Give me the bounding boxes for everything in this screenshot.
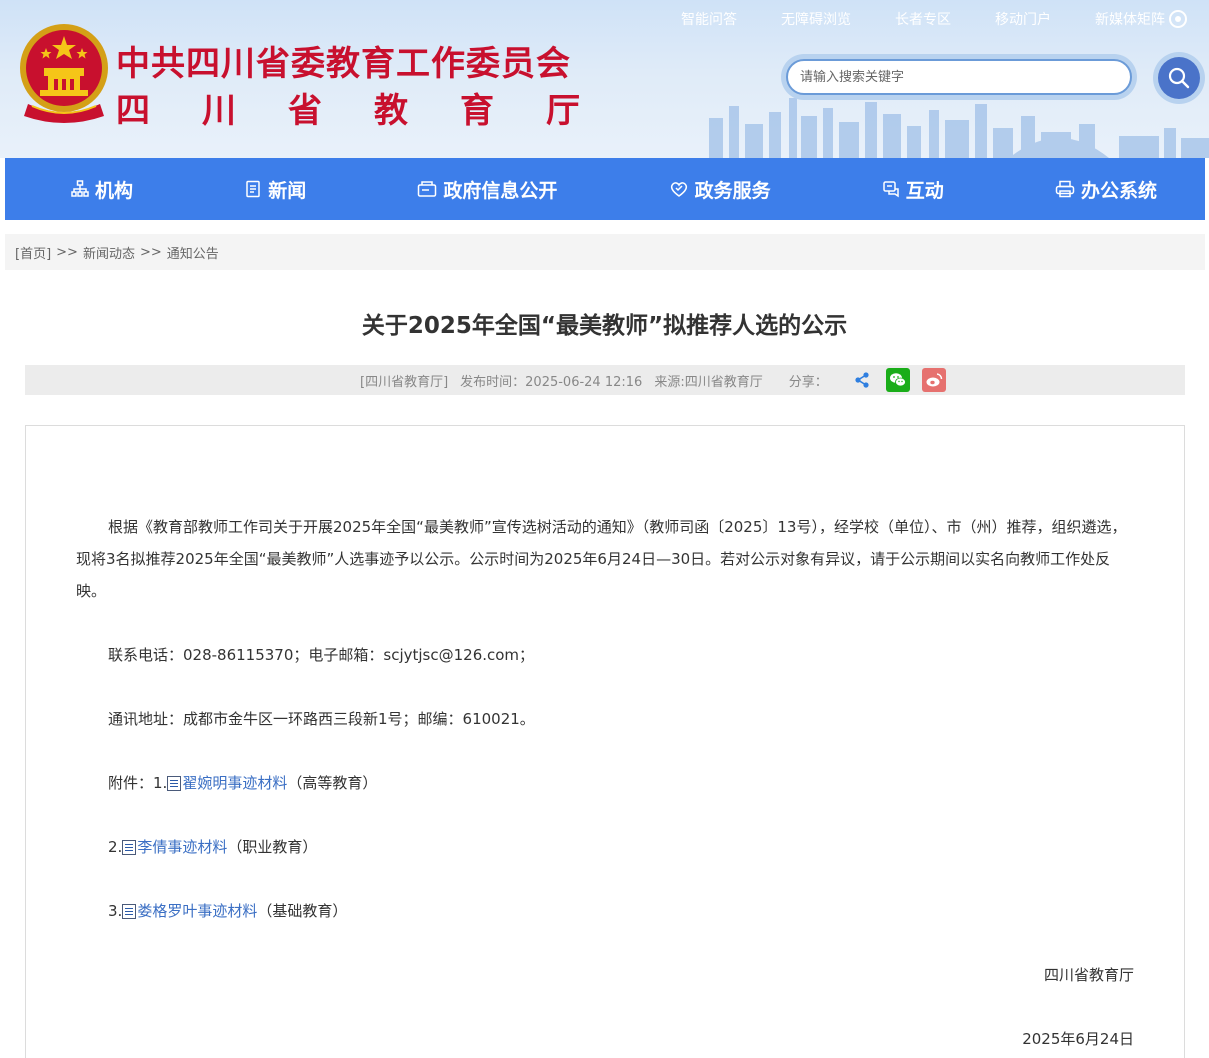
attachment-suffix: （基础教育） [257,902,348,920]
attachment-link[interactable]: 翟婉明事迹材料 [182,767,287,799]
printer-icon [1055,180,1075,198]
site-header: 中共四川省委教育工作委员会 四川省教育厅 智能问答 无障碍浏览 长者专区 移动门… [0,0,1209,158]
nav-item-interaction[interactable]: 互动 [882,176,944,203]
search-button[interactable] [1153,52,1205,104]
meta-org: [四川省教育厅] [360,374,449,390]
org-chart-icon [71,180,89,197]
attachment-suffix: （职业教育） [227,838,318,856]
article-title: 关于2025年全国“最美教师”拟推荐人选的公示 [361,313,848,339]
nav-item-organization[interactable]: 机构 [71,176,133,203]
article-body: 根据《教育部教师工作司关于开展2025年全国“最美教师”宣传选树活动的通知》（教… [76,511,1134,1055]
doc-file-icon [167,775,182,791]
breadcrumb-news[interactable]: 新闻动态 [83,243,135,262]
news-icon [246,180,260,198]
attachment-link[interactable]: 娄格罗叶事迹材料 [137,895,257,927]
nav-label: 机构 [95,179,134,202]
service-heart-icon [670,182,687,197]
article-meta: [四川省教育厅] 发布时间：2025-06-24 12:16 来源:四川省教育厅… [25,365,1185,395]
nav-label: 新闻 [268,179,307,202]
attachment-link[interactable]: 李倩事迹材料 [137,831,227,863]
breadcrumb-separator: >> [56,244,78,260]
nav-label: 政府信息公开 [443,179,558,202]
search-button-inner [1158,57,1200,99]
top-link-new-media[interactable]: 新媒体矩阵 [1095,9,1187,29]
nav-item-news[interactable]: 新闻 [244,176,306,203]
national-emblem-logo [20,24,108,123]
search-input[interactable] [786,59,1132,95]
chat-icon [883,181,899,198]
signature: 四川省教育厅 [1043,966,1134,984]
site-title-committee: 中共四川省委教育工作委员会 [116,44,571,84]
nav-item-info-disclosure[interactable]: 政府信息公开 [417,176,557,203]
top-link-accessibility[interactable]: 无障碍浏览 [781,9,851,29]
top-links: 智能问答 无障碍浏览 长者专区 移动门户 新媒体矩阵 [681,9,1187,29]
search-box [781,54,1137,100]
breadcrumb-home[interactable]: [首页] [15,243,51,262]
top-link-elderly[interactable]: 长者专区 [895,9,951,29]
address-line: 通讯地址：成都市金牛区一环路西三段新1号；邮编：610021。 [108,710,535,728]
top-link-new-media-label: 新媒体矩阵 [1095,12,1165,28]
weibo-share-icon[interactable] [921,368,946,392]
share-label: 分享： [788,374,828,390]
attachment-item: 2. 李倩事迹材料 （职业教育） [76,831,1134,863]
attachment-item: 附件：1. 翟婉明事迹材料 （高等教育） [76,767,1134,799]
search-icon [1168,67,1190,89]
attachment-prefix: 附件：1. [108,774,168,792]
info-open-icon [418,181,437,197]
nav-label: 互动 [905,179,944,202]
share-icon[interactable] [850,368,874,392]
attachment-suffix: （高等教育） [287,774,378,792]
article-paragraph: 根据《教育部教师工作司关于开展2025年全国“最美教师”宣传选树活动的通知》（教… [76,518,1127,600]
breadcrumb-notices[interactable]: 通知公告 [167,243,219,262]
attachment-item: 3. 娄格罗叶事迹材料 （基础教育） [76,895,1134,927]
nav-label: 办公系统 [1080,179,1157,202]
media-matrix-icon [1169,10,1187,28]
meta-publish-time: 发布时间：2025-06-24 12:16 [460,374,643,390]
main-nav: 机构 新闻 政府信息公开 政务服务 互动 办公系统 [5,158,1205,220]
contact-line: 联系电话：028-86115370；电子邮箱：scjytjsc@126.com； [108,646,535,664]
breadcrumb: [首页] >> 新闻动态 >> 通知公告 [5,234,1205,270]
signature-date: 2025年6月24日 [1022,1030,1134,1048]
site-title-department: 四川省教育厅 [116,91,632,131]
article-content-box: 根据《教育部教师工作司关于开展2025年全国“最美教师”宣传选树活动的通知》（教… [25,425,1185,1058]
doc-file-icon [122,903,137,919]
top-link-ai-qa[interactable]: 智能问答 [681,9,737,29]
wechat-share-icon[interactable] [885,368,910,392]
attachment-prefix: 3. [108,902,123,920]
top-link-mobile[interactable]: 移动门户 [995,9,1051,29]
breadcrumb-separator: >> [139,244,162,260]
attachment-prefix: 2. [108,838,123,856]
meta-source: 来源:四川省教育厅 [654,374,763,390]
nav-item-gov-service[interactable]: 政务服务 [669,176,771,203]
nav-label: 政务服务 [694,179,771,202]
doc-file-icon [122,839,137,855]
nav-item-office-system[interactable]: 办公系统 [1055,176,1157,203]
